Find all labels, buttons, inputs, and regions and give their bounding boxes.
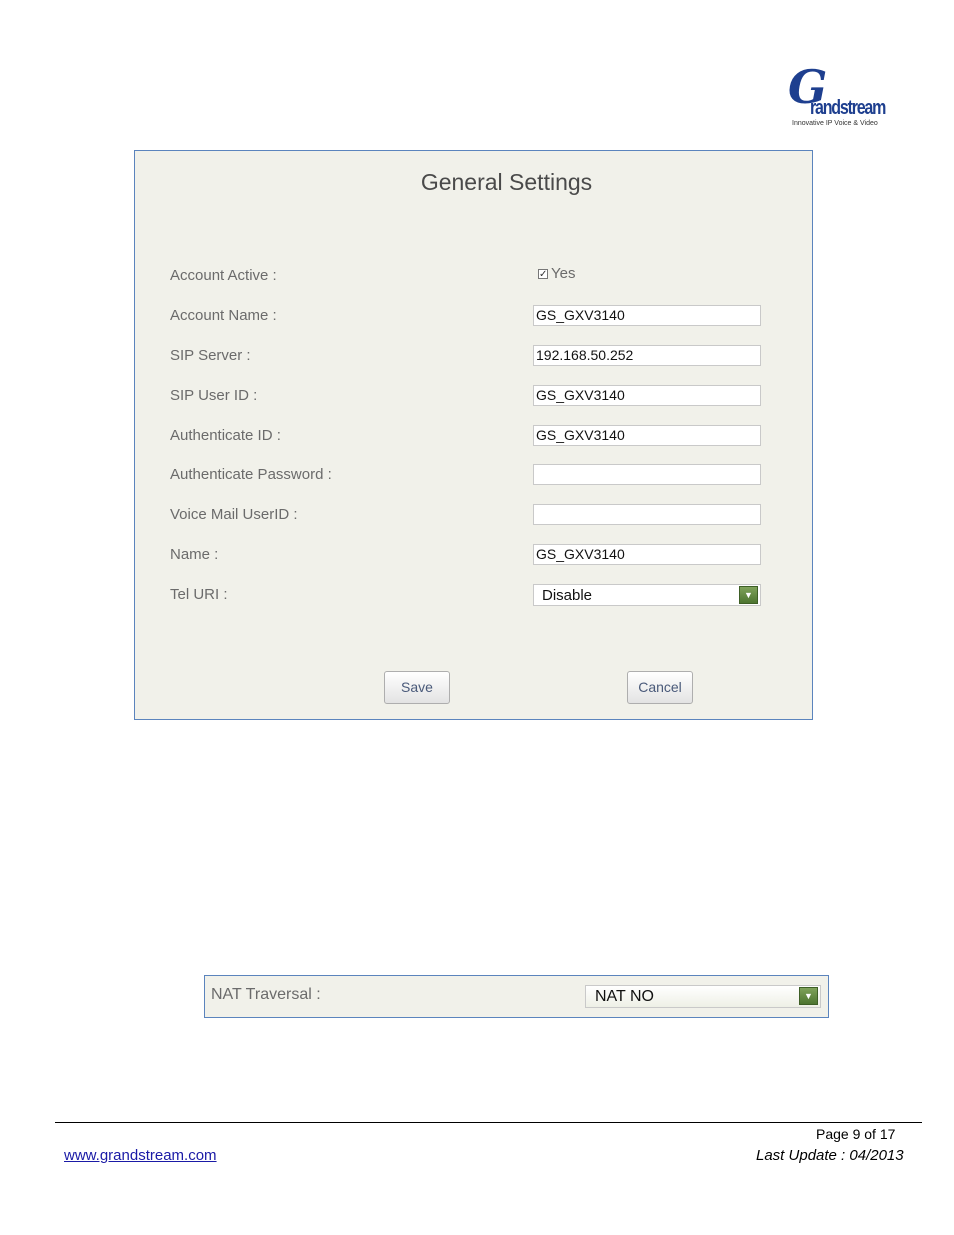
sip-server-row: SIP Server : 192.168.50.252 xyxy=(135,345,812,369)
account-name-row: Account Name : GS_GXV3140 xyxy=(135,305,812,329)
nat-traversal-value: NAT NO xyxy=(595,988,654,1005)
sip-user-id-row: SIP User ID : GS_GXV3140 xyxy=(135,385,812,409)
name-input[interactable]: GS_GXV3140 xyxy=(533,544,761,565)
page-number: Page 9 of 17 xyxy=(816,1126,896,1142)
sip-server-input[interactable]: 192.168.50.252 xyxy=(533,345,761,366)
grandstream-logo: G randstream Innovative IP Voice & Video xyxy=(788,64,892,132)
account-active-control: ✓ Yes xyxy=(538,265,575,282)
tel-uri-row: Tel URI : Disable ▼ xyxy=(135,584,812,608)
last-update: Last Update : 04/2013 xyxy=(756,1147,904,1164)
nat-traversal-panel: NAT Traversal : NAT NO ▼ xyxy=(204,975,829,1018)
account-name-input[interactable]: GS_GXV3140 xyxy=(533,305,761,326)
general-settings-panel: General Settings Account Active : ✓ Yes … xyxy=(134,150,813,720)
triangle-down-icon[interactable]: ▼ xyxy=(739,586,758,604)
authenticate-id-input[interactable]: GS_GXV3140 xyxy=(533,425,761,446)
tel-uri-value: Disable xyxy=(542,587,593,604)
website-link[interactable]: www.grandstream.com xyxy=(64,1147,217,1164)
authenticate-id-row: Authenticate ID : GS_GXV3140 xyxy=(135,425,812,449)
tel-uri-select[interactable]: Disable ▼ xyxy=(533,584,761,606)
checkbox-checked-icon[interactable]: ✓ xyxy=(538,268,548,279)
logo-tagline: Innovative IP Voice & Video xyxy=(792,120,878,127)
account-active-yes-label: Yes xyxy=(551,265,576,282)
authenticate-password-label: Authenticate Password : xyxy=(170,466,332,483)
tel-uri-label: Tel URI : xyxy=(170,586,228,603)
authenticate-id-label: Authenticate ID : xyxy=(170,427,281,444)
save-button[interactable]: Save xyxy=(384,671,450,704)
voice-mail-userid-input[interactable] xyxy=(533,504,761,525)
name-row: Name : GS_GXV3140 xyxy=(135,544,812,568)
panel-title: General Settings xyxy=(420,169,593,195)
sip-server-label: SIP Server : xyxy=(170,347,251,364)
sip-user-id-label: SIP User ID : xyxy=(170,387,258,404)
authenticate-password-row: Authenticate Password : xyxy=(135,464,812,488)
account-name-label: Account Name : xyxy=(170,307,277,324)
triangle-down-icon[interactable]: ▼ xyxy=(799,987,818,1005)
nat-traversal-select[interactable]: NAT NO ▼ xyxy=(585,985,821,1008)
footer-divider xyxy=(55,1122,922,1123)
cancel-button[interactable]: Cancel xyxy=(627,671,693,704)
nat-traversal-label: NAT Traversal : xyxy=(211,986,321,1003)
account-active-label: Account Active : xyxy=(170,267,277,284)
account-active-row: Account Active : ✓ Yes xyxy=(135,265,812,289)
authenticate-password-input[interactable] xyxy=(533,464,761,485)
logo-wordmark: randstream xyxy=(810,97,886,119)
name-label: Name : xyxy=(170,546,219,563)
sip-user-id-input[interactable]: GS_GXV3140 xyxy=(533,385,761,406)
voice-mail-userid-row: Voice Mail UserID : xyxy=(135,504,812,528)
voice-mail-userid-label: Voice Mail UserID : xyxy=(170,506,298,523)
